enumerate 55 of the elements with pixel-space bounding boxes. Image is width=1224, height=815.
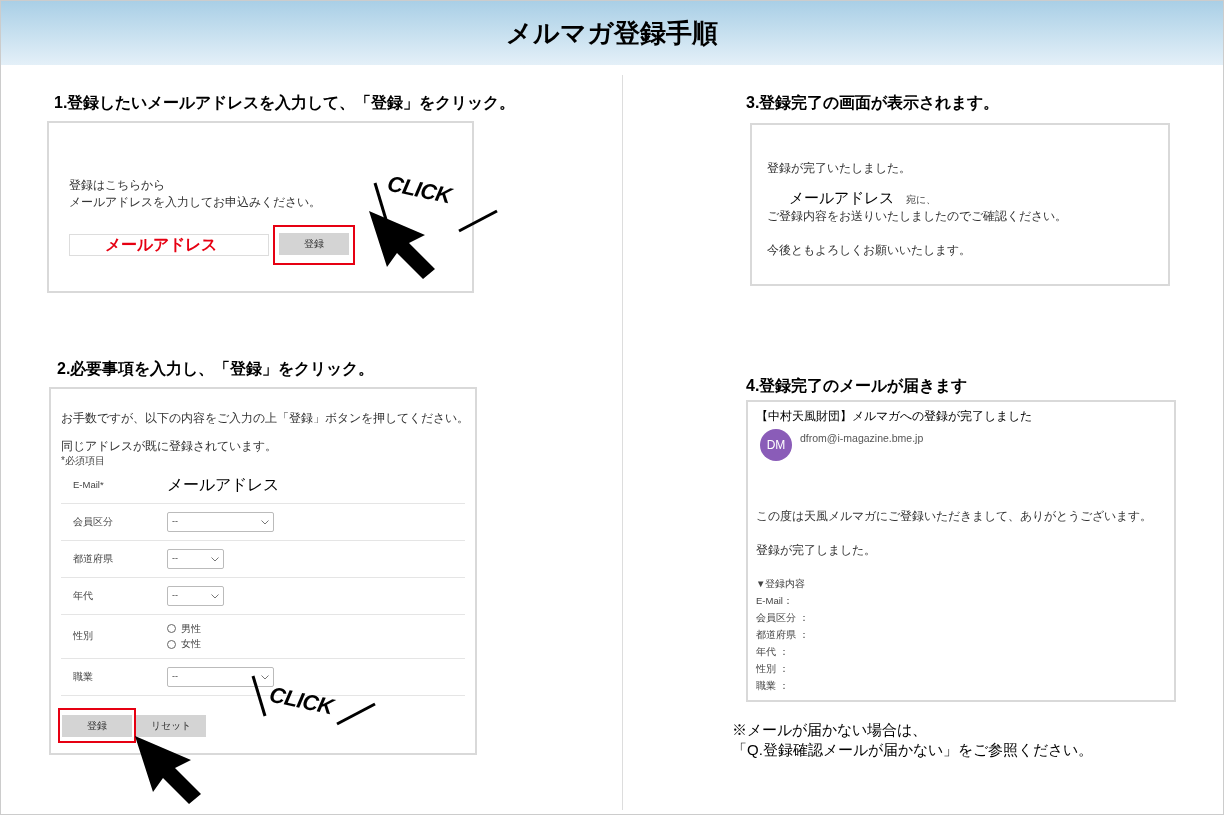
sender-avatar: DM [760, 429, 792, 461]
mail-body-text: この度は天風メルマガにご登録いただきまして、ありがとうございます。 [756, 508, 1152, 525]
form-notice: 同じアドレスが既に登録されています。 [61, 439, 277, 454]
select-field[interactable]: -- [167, 512, 274, 532]
register-button[interactable]: 登録 [62, 714, 132, 737]
summary-item: 年代 ： [756, 645, 790, 659]
chevron-down-icon [211, 593, 219, 599]
sender-address: dfrom@i-magazine.bme.jp [800, 431, 924, 446]
step-heading: 2.必要事項を入力し、「登録」をクリック。 [56, 359, 376, 379]
select-field[interactable]: -- [167, 586, 224, 606]
step-heading: 1.登録したいメールアドレスを入力して、「登録」をクリック。 [53, 93, 517, 113]
chevron-down-icon [261, 519, 269, 525]
summary-item: 性別 ： [756, 662, 790, 676]
field-label: 会員区分 [72, 514, 114, 529]
summary-item: E-Mail： [756, 594, 794, 608]
email-field[interactable]: メールアドレス [69, 233, 269, 256]
field-label: 職業 [72, 669, 94, 684]
panel-text: 宛に、 [906, 193, 936, 207]
radio-label: 女性 [181, 637, 201, 651]
mail-body-text: 登録が完了しました。 [756, 542, 876, 559]
summary-title: ▼登録内容 [756, 577, 807, 591]
mail-subject: 【中村天風財団】メルマガへの登録が完了しました [756, 408, 1033, 425]
panel-text: メールアドレスを入力してお申込みください。 [69, 194, 321, 211]
field-label: 都道府県 [72, 551, 114, 566]
radio-button[interactable] [167, 624, 176, 634]
footnote-text: ※メールが届かない場合は、 [732, 720, 928, 740]
summary-item: 職業 ： [756, 679, 790, 693]
cursor-arrow-icon [133, 734, 203, 806]
email-value: メールアドレス [789, 189, 894, 207]
summary-item: 都道府県 ： [756, 628, 810, 642]
click-label: CLICK [384, 169, 455, 211]
step-heading: 3.登録完了の画面が表示されます。 [746, 93, 1001, 113]
reset-button[interactable]: リセット [136, 714, 206, 737]
cursor-arrow-icon [367, 209, 437, 281]
register-button[interactable]: 登録 [279, 232, 349, 255]
step-heading: 4.登録完了のメールが届きます [746, 376, 969, 396]
title-banner: メルマガ登録手順 [1, 1, 1223, 65]
field-label: E-Mail* [72, 477, 105, 492]
required-note: *必須項目 [61, 454, 106, 467]
form-intro: お手数ですが、以下の内容をご入力の上「登録」ボタンを押してください。 [61, 410, 469, 427]
panel-text: 今後ともよろしくお願いいたします。 [767, 242, 971, 259]
field-label: 年代 [72, 588, 94, 603]
radio-label: 男性 [181, 621, 201, 636]
radio-button[interactable] [167, 639, 176, 649]
footnote-text: 「Q.登録確認メールが届かない」をご参照ください。 [732, 740, 1094, 760]
field-label: 性別 [72, 629, 94, 644]
select-field[interactable]: -- [167, 667, 274, 687]
chevron-down-icon [211, 556, 219, 562]
select-field[interactable]: -- [167, 549, 224, 569]
panel-text: 登録が完了いたしました。 [767, 160, 911, 177]
summary-item: 会員区分 ： [756, 611, 810, 625]
panel-text: 登録はこちらから [69, 177, 165, 194]
panel-text: ご登録内容をお送りいたしましたのでご確認ください。 [767, 208, 1067, 225]
email-value: メールアドレス [167, 475, 279, 495]
chevron-down-icon [261, 674, 269, 680]
